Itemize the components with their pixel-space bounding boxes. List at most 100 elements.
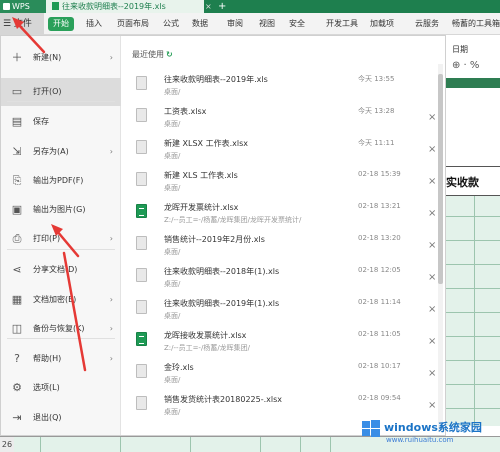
file-path: 桌面/ (164, 120, 181, 128)
sidebar-item[interactable]: ＋ 新建(N) › (1, 44, 121, 72)
sheet-grid[interactable] (446, 196, 500, 426)
sidebar-item[interactable]: ▤ 保存 (1, 108, 121, 136)
remove-file-icon[interactable]: × (428, 176, 436, 187)
recent-file-row[interactable]: 龙晖开发票统计.xlsx Z:/--员工=-/杨蓄/龙晖集团/龙晖开发票统计/02… (122, 200, 438, 232)
file-name: 往来收款明细表--2019年(1).xls (164, 299, 280, 308)
number-format-buttons[interactable]: ⊕ · % (452, 60, 479, 71)
grid-line (446, 384, 500, 385)
app-label: WPS (12, 2, 30, 11)
file-name: 金玲.xls (164, 363, 194, 372)
recent-file-row[interactable]: 龙晖接收发票统计.xlsx Z:/--员工=-/杨蓄/龙晖集团/02-18 11:… (122, 328, 438, 360)
sidebar-separator (7, 338, 115, 339)
sidebar-item-label: 分享文档(D) (33, 265, 78, 274)
new-tab-button[interactable]: + (218, 0, 226, 13)
app-button[interactable]: WPS (0, 0, 46, 13)
file-path: Z:/--员工=-/杨蓄/龙晖集团/ (164, 344, 251, 352)
menu-item[interactable]: 视图 (259, 13, 275, 35)
toolbar-strip (446, 78, 500, 88)
recent-file-row[interactable]: 新建 XLSX 工作表.xlsx 桌面/今天 11:11 × (122, 136, 438, 168)
grid-line (446, 336, 500, 337)
recent-file-row[interactable]: 工资表.xlsx 桌面/今天 13:28 × (122, 104, 438, 136)
remove-file-icon[interactable]: × (428, 208, 436, 219)
number-format-select[interactable]: 日期 (452, 44, 468, 55)
help-icon: ? (14, 352, 20, 365)
menu-item[interactable]: 安全 (289, 13, 305, 35)
file-date: 02-18 11:05 (358, 330, 401, 338)
recent-title-text: 最近使用 (132, 50, 164, 59)
recent-file-row[interactable]: 往来收款明细表--2018年(1).xls 桌面/02-18 12:05 × (122, 264, 438, 296)
row-number[interactable]: 26 (0, 437, 14, 452)
sidebar-item-label: 新建(N) (33, 53, 62, 62)
menu-item[interactable]: 插入 (86, 13, 102, 35)
tab-close-button[interactable]: × (205, 0, 212, 13)
scrollbar-thumb[interactable] (438, 74, 443, 284)
sidebar-separator (7, 249, 115, 250)
file-path: 桌面/ (164, 152, 181, 160)
menu-item[interactable]: 审阅 (227, 13, 243, 35)
recent-file-row[interactable]: 往来收款明细表--2019年(1).xls 桌面/02-18 11:14 × (122, 296, 438, 328)
file-name: 新建 XLS 工作表.xls (164, 171, 238, 180)
menu-item[interactable]: 页面布局 (117, 13, 149, 35)
file-icon (136, 236, 147, 250)
menu-item[interactable]: 畅蓄的工具箱 (452, 13, 500, 35)
menu-item[interactable]: 开发工具 (326, 13, 358, 35)
file-name: 往来收款明细表--2019年.xls (164, 75, 268, 84)
sidebar-item-label: 帮助(H) (33, 354, 62, 363)
file-icon (136, 108, 147, 122)
remove-file-icon[interactable]: × (428, 368, 436, 379)
pdf-icon: ⎘ (12, 174, 22, 187)
grid-line (446, 264, 500, 265)
menu-item[interactable]: 云服务 (415, 13, 439, 35)
sidebar-item[interactable]: ⚙ 选项(L) (1, 374, 121, 402)
sidebar-item[interactable]: ⇲ 另存为(A) › (1, 138, 121, 166)
refresh-icon[interactable]: ↻ (166, 50, 173, 59)
recent-file-row[interactable]: 金玲.xls 桌面/02-18 10:17 × (122, 360, 438, 392)
remove-file-icon[interactable]: × (428, 144, 436, 155)
document-tab[interactable]: 往来收款明细表--2019年.xls (46, 0, 204, 13)
file-icon (136, 364, 147, 378)
recent-file-row[interactable]: 销售统计--2019年2月份.xls 桌面/02-18 13:20 × (122, 232, 438, 264)
start-tab[interactable]: 开始 (48, 17, 74, 31)
recent-file-row[interactable]: 往来收款明细表--2019年.xls 桌面/今天 13:55 (122, 72, 438, 104)
wps-logo-icon (3, 3, 10, 10)
file-path: 桌面/ (164, 280, 181, 288)
new-icon: ＋ (11, 51, 23, 64)
remove-file-icon[interactable]: × (428, 336, 436, 347)
file-path: 桌面/ (164, 88, 181, 96)
sidebar-item[interactable]: ▦ 文档加密(E) › (1, 286, 121, 314)
remove-file-icon[interactable]: × (428, 304, 436, 315)
remove-file-icon[interactable]: × (428, 400, 436, 411)
recent-files-title: 最近使用 ↻ (132, 49, 173, 60)
sidebar-item-label: 保存 (33, 117, 49, 126)
backup-icon: ◫ (11, 322, 23, 335)
file-date: 02-18 13:20 (358, 234, 401, 242)
sidebar-item[interactable]: ⇥ 退出(Q) (1, 404, 121, 432)
menu-item[interactable]: 数据 (192, 13, 208, 35)
chevron-right-icon: › (109, 53, 113, 62)
file-path: 桌面/ (164, 408, 181, 416)
sidebar-item[interactable]: ⎘ 输出为PDF(F) (1, 167, 121, 195)
remove-file-icon[interactable]: × (428, 272, 436, 283)
file-date: 02-18 10:17 (358, 362, 401, 370)
remove-file-icon[interactable]: × (428, 112, 436, 123)
windows-logo-icon (362, 420, 380, 437)
recent-file-row[interactable]: 新建 XLS 工作表.xls 桌面/02-18 15:39 × (122, 168, 438, 200)
sidebar-separator (7, 101, 115, 102)
watermark-title-suffix: 系统家园 (437, 421, 482, 434)
title-bar: WPS 往来收款明细表--2019年.xls × + (0, 0, 500, 13)
file-path: 桌面/ (164, 184, 181, 192)
sheet-header-cell[interactable]: 实收款 (446, 166, 500, 196)
sidebar-item-label: 文档加密(E) (33, 295, 77, 304)
file-menu-button[interactable]: ☰ 文件 (0, 13, 44, 35)
menu-item[interactable]: 公式 (163, 13, 179, 35)
sidebar-item-label: 输出为PDF(F) (33, 176, 84, 185)
sidebar-item[interactable]: ⋖ 分享文档(D) (1, 256, 121, 284)
file-icon (136, 76, 147, 90)
scrollbar[interactable] (438, 64, 443, 432)
chevron-right-icon: › (109, 295, 113, 304)
sidebar-item[interactable]: ▣ 输出为图片(G) (1, 196, 121, 224)
sidebar-item[interactable]: ? 帮助(H) › (1, 345, 121, 373)
folder-icon: ▭ (11, 85, 23, 98)
remove-file-icon[interactable]: × (428, 240, 436, 251)
menu-item[interactable]: 加载项 (370, 13, 394, 35)
